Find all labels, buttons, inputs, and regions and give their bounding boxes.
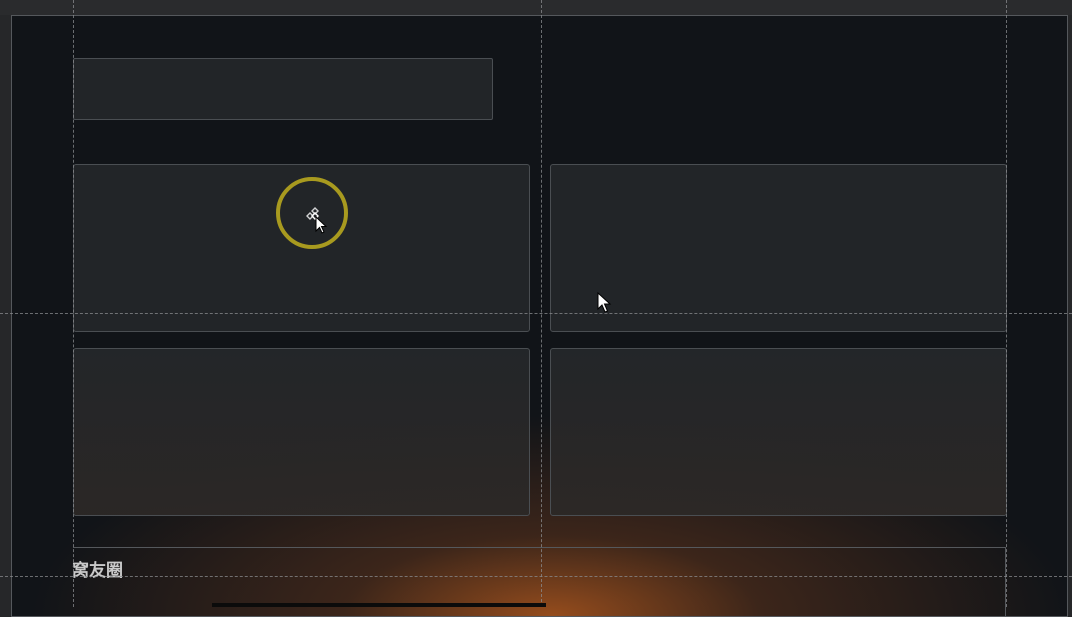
grid-cell-top-right[interactable] (550, 164, 1007, 332)
footer-label: 窝友圈 (72, 561, 123, 581)
bottom-strip (212, 603, 546, 607)
grid-cell-bottom-left[interactable] (73, 348, 530, 516)
guide-line-vertical (1006, 0, 1007, 607)
arrow-cursor-icon (597, 292, 612, 313)
guide-line-horizontal (0, 576, 1072, 577)
title-placeholder-box[interactable] (73, 58, 493, 120)
guide-line-horizontal (0, 313, 1072, 314)
guide-line-vertical (73, 0, 74, 607)
move-cursor-icon (306, 207, 328, 234)
design-canvas[interactable]: 窝友圈 (11, 15, 1068, 617)
top-bar (0, 0, 1072, 15)
guide-line-vertical (541, 0, 542, 607)
grid-cell-bottom-right[interactable] (550, 348, 1007, 516)
